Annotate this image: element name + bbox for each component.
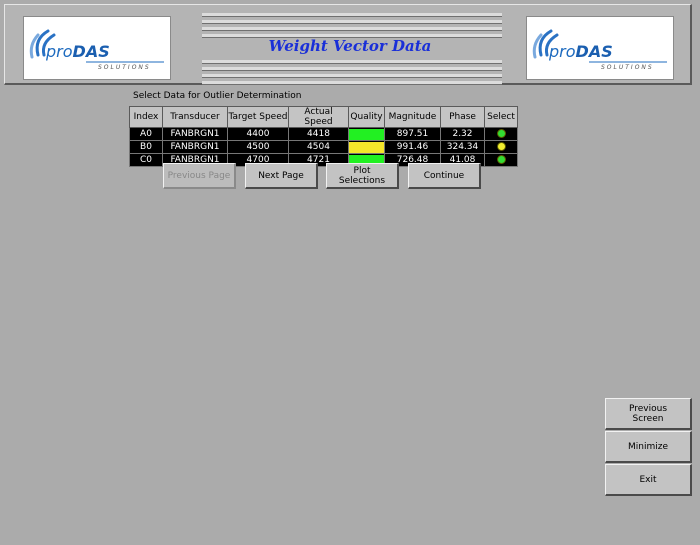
table-row[interactable]: B0 FANBRGN1 4500 4504 991.46 324.34	[129, 140, 518, 154]
select-led-icon[interactable]	[496, 155, 506, 164]
cell-magnitude: 991.46	[384, 140, 441, 154]
column-header-magnitude: Magnitude	[384, 106, 441, 128]
svg-text:SOLUTIONS: SOLUTIONS	[601, 64, 654, 71]
section-label: Select Data for Outlier Determination	[133, 91, 302, 101]
cell-target-speed: 4500	[227, 140, 289, 154]
previous-screen-label-1: Previous	[628, 403, 668, 414]
plot-selections-button[interactable]: Plot Selections	[326, 163, 399, 189]
svg-text:proDAS: proDAS	[45, 42, 110, 61]
minimize-button[interactable]: Minimize	[605, 431, 692, 463]
cell-index: C0	[129, 153, 163, 167]
next-page-button[interactable]: Next Page	[245, 163, 318, 189]
cell-actual-speed: 4504	[288, 140, 349, 154]
cell-target-speed: 4400	[227, 127, 289, 141]
table-row[interactable]: A0 FANBRGN1 4400 4418 897.51 2.32	[129, 127, 518, 141]
previous-page-button[interactable]: Previous Page	[163, 163, 236, 189]
page-title: Weight Vector Data	[268, 37, 432, 55]
column-header-select: Select	[484, 106, 518, 128]
previous-screen-label-2: Screen	[632, 413, 664, 424]
cell-select[interactable]	[484, 140, 518, 154]
column-header-quality: Quality	[348, 106, 385, 128]
quality-indicator	[349, 141, 384, 153]
select-led-icon[interactable]	[496, 142, 506, 151]
cell-index: A0	[129, 127, 163, 141]
previous-screen-button[interactable]: Previous Screen	[605, 398, 692, 430]
cell-phase: 324.34	[440, 140, 485, 154]
column-header-index: Index	[129, 106, 163, 128]
svg-text:proDAS: proDAS	[548, 42, 613, 61]
column-header-actual-speed: Actual Speed	[288, 106, 349, 128]
column-header-target-speed: Target Speed	[227, 106, 289, 128]
cell-quality	[348, 140, 385, 154]
cell-select[interactable]	[484, 127, 518, 141]
continue-button[interactable]: Continue	[408, 163, 481, 189]
column-header-transducer: Transducer	[162, 106, 228, 128]
cell-transducer: FANBRGN1	[162, 140, 228, 154]
cell-magnitude: 897.51	[384, 127, 441, 141]
cell-quality	[348, 127, 385, 141]
cell-phase: 2.32	[440, 127, 485, 141]
cell-transducer: FANBRGN1	[162, 127, 228, 141]
column-header-phase: Phase	[440, 106, 485, 128]
cell-index: B0	[129, 140, 163, 154]
select-led-icon[interactable]	[496, 129, 506, 138]
header-panel: proDAS SOLUTIONS Weight Vector Data proD…	[4, 4, 692, 85]
prodas-logo-right: proDAS SOLUTIONS	[526, 16, 674, 80]
plot-selections-label-2: Selections	[338, 175, 386, 186]
exit-button[interactable]: Exit	[605, 464, 692, 496]
quality-indicator	[349, 128, 384, 140]
plot-selections-label-1: Plot	[353, 165, 371, 176]
header-decor-bottom	[202, 60, 502, 88]
prodas-logo-left: proDAS SOLUTIONS	[23, 16, 171, 80]
cell-select[interactable]	[484, 153, 518, 167]
weight-vector-table: Index Transducer Target Speed Actual Spe…	[129, 106, 518, 167]
svg-text:SOLUTIONS: SOLUTIONS	[98, 64, 151, 71]
cell-actual-speed: 4418	[288, 127, 349, 141]
